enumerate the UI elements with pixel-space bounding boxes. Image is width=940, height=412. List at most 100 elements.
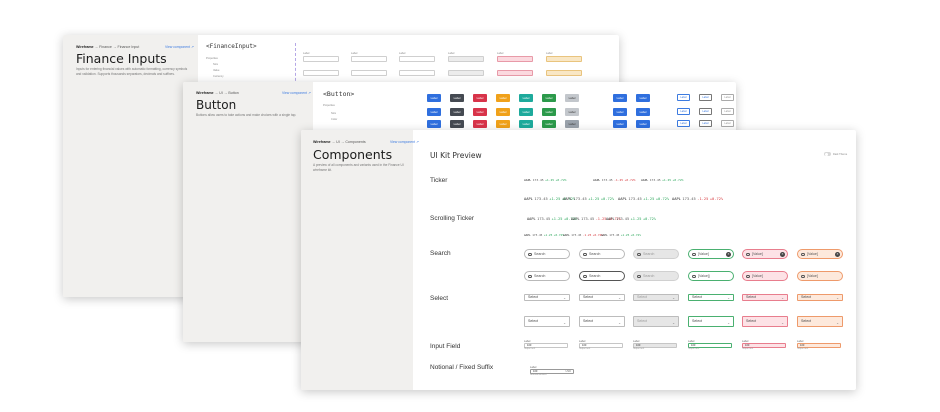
input-field-warning[interactable]: Label 100 Helper text: [797, 340, 841, 351]
select-error[interactable]: Select ⌄: [742, 294, 788, 301]
primary-button[interactable]: Label: [636, 120, 650, 128]
props-label: Properties: [323, 104, 335, 107]
component-title: <FinanceInput>: [206, 43, 257, 50]
ticker-percent: +0.72%: [709, 197, 724, 201]
search-error[interactable]: [Value] ×: [742, 249, 788, 259]
search-disabled[interactable]: Search: [633, 249, 679, 259]
color-button[interactable]: Label: [450, 120, 464, 128]
outline-button[interactable]: Label: [721, 108, 734, 115]
finance-input[interactable]: [303, 56, 339, 62]
primary-button[interactable]: Label: [636, 94, 650, 102]
ticker-change: +1.25: [545, 178, 555, 182]
color-button[interactable]: Label: [565, 120, 579, 128]
chevron-down-icon: ⌄: [836, 296, 839, 300]
clear-icon[interactable]: ×: [835, 252, 840, 257]
select-default[interactable]: Select ⌄: [524, 294, 570, 301]
primary-button[interactable]: Label: [636, 108, 650, 116]
input-field-default[interactable]: Label 100 Helper text: [524, 340, 568, 351]
finance-input-warning[interactable]: [546, 70, 582, 76]
finance-input[interactable]: [351, 70, 387, 76]
search-success[interactable]: [Value] ×: [688, 249, 734, 259]
select-warning[interactable]: Select ⌄: [797, 294, 843, 301]
prop-row: Currency: [213, 75, 224, 78]
select-hover[interactable]: Select ⌄: [579, 294, 625, 301]
search-error[interactable]: [Value]: [742, 271, 788, 281]
input-field-disabled[interactable]: Label 100 Helper text: [633, 340, 677, 351]
color-button[interactable]: Label: [427, 120, 441, 128]
clear-icon[interactable]: ×: [780, 252, 785, 257]
search-warning[interactable]: [Value]: [797, 271, 843, 281]
breadcrumb-root[interactable]: Wireframe: [196, 91, 214, 95]
breadcrumb-section[interactable]: Finance: [99, 45, 112, 49]
select-success[interactable]: Select ⌄: [688, 316, 734, 327]
color-button[interactable]: Label: [542, 120, 556, 128]
color-button[interactable]: Label: [427, 108, 441, 116]
color-button[interactable]: Label: [496, 108, 510, 116]
select-success[interactable]: Select ⌄: [688, 294, 734, 301]
color-button[interactable]: Label: [496, 120, 510, 128]
outline-button[interactable]: Label: [677, 94, 690, 101]
color-button[interactable]: Label: [473, 120, 487, 128]
color-button[interactable]: Label: [565, 108, 579, 116]
outline-button[interactable]: Label: [699, 94, 712, 101]
color-button[interactable]: Label: [519, 94, 533, 102]
select-error[interactable]: Select ⌄: [742, 316, 788, 327]
input-field-success[interactable]: Label 100 Helper text: [688, 340, 732, 351]
search-default[interactable]: Search: [524, 271, 570, 281]
ticker-item: AAPL 173.45 -1.25 +0.72%: [563, 233, 604, 237]
select-default[interactable]: Select ⌄: [524, 316, 570, 327]
search-hover[interactable]: Search: [579, 249, 625, 259]
color-button[interactable]: Label: [450, 108, 464, 116]
prop-row: Color: [331, 118, 338, 121]
outline-button[interactable]: Label: [721, 94, 734, 101]
color-button[interactable]: Label: [565, 94, 579, 102]
select-warning[interactable]: Select ⌄: [797, 316, 843, 327]
button-side-panel: [183, 82, 313, 342]
color-button[interactable]: Label: [542, 94, 556, 102]
search-disabled[interactable]: Search: [633, 271, 679, 281]
finance-input[interactable]: [399, 70, 435, 76]
view-component-link[interactable]: View component ↗: [282, 91, 311, 95]
primary-button[interactable]: Label: [613, 108, 627, 116]
search-hover[interactable]: Search: [579, 271, 625, 281]
finance-input[interactable]: [303, 70, 339, 76]
search-focused[interactable]: [Value]|: [688, 271, 734, 281]
breadcrumb-section[interactable]: UI: [219, 91, 223, 95]
search-warning[interactable]: [Value] ×: [797, 249, 843, 259]
outline-button[interactable]: Label: [699, 120, 712, 127]
view-component-link[interactable]: View component ↗: [165, 45, 194, 49]
color-button[interactable]: Label: [427, 94, 441, 102]
breadcrumb-root[interactable]: Wireframe: [76, 45, 94, 49]
color-button[interactable]: Label: [496, 94, 510, 102]
select-disabled[interactable]: Select ⌄: [633, 316, 679, 327]
finance-input-disabled[interactable]: [448, 70, 484, 76]
outline-button[interactable]: Label: [677, 108, 690, 115]
color-button[interactable]: Label: [450, 94, 464, 102]
color-button[interactable]: Label: [473, 94, 487, 102]
select-disabled[interactable]: Select ⌄: [633, 294, 679, 301]
finance-input-error[interactable]: [497, 56, 533, 62]
input-field-error[interactable]: Label 100 Helper text: [742, 340, 786, 351]
ticker-change: +1.25: [588, 197, 600, 201]
finance-input[interactable]: [351, 56, 387, 62]
color-button[interactable]: Label: [519, 108, 533, 116]
color-button[interactable]: Label: [473, 108, 487, 116]
notional-input[interactable]: Label 100 USD Notional amount: [530, 366, 574, 377]
ticker-symbol: AAPL: [606, 217, 615, 221]
primary-button[interactable]: Label: [613, 94, 627, 102]
finance-input-warning[interactable]: [546, 56, 582, 62]
clear-icon[interactable]: ×: [726, 252, 731, 257]
outline-button[interactable]: Label: [699, 108, 712, 115]
chevron-down-icon: ⌄: [618, 296, 621, 300]
finance-input-error[interactable]: [497, 70, 533, 76]
color-button[interactable]: Label: [542, 108, 556, 116]
primary-button[interactable]: Label: [613, 120, 627, 128]
outline-button[interactable]: Label: [721, 120, 734, 127]
finance-input-disabled[interactable]: [448, 56, 484, 62]
search-default[interactable]: Search: [524, 249, 570, 259]
finance-input[interactable]: [399, 56, 435, 62]
select-hover[interactable]: Select ⌄: [579, 316, 625, 327]
color-button[interactable]: Label: [519, 120, 533, 128]
input-field-hover[interactable]: Label 100 Helper text: [579, 340, 623, 351]
outline-button[interactable]: Label: [677, 120, 690, 127]
